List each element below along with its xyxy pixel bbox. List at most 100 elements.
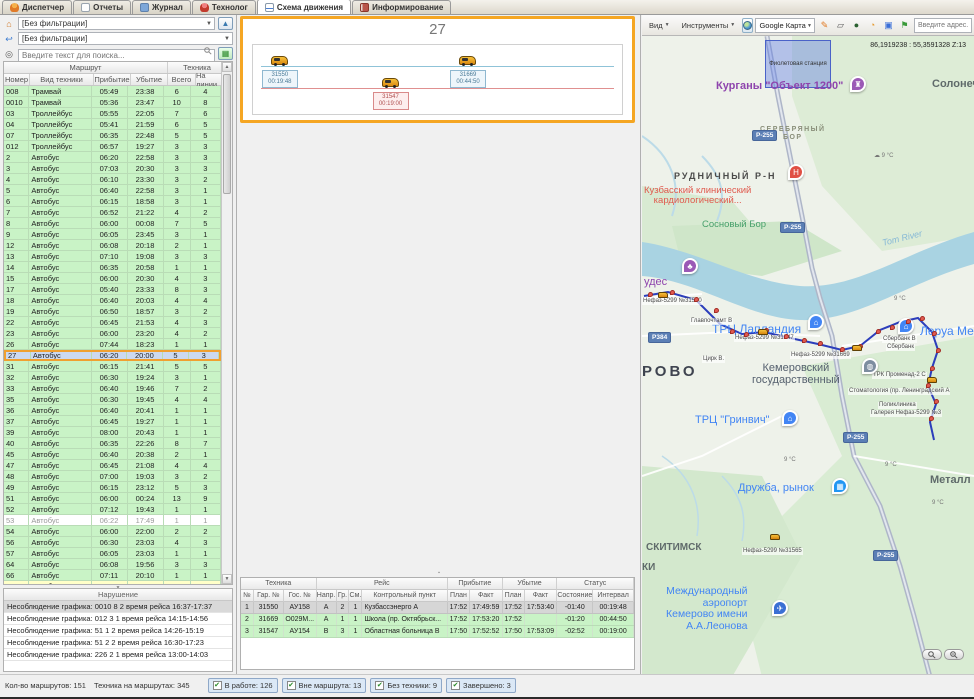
- trip-column-header[interactable]: Интервал: [593, 590, 634, 602]
- trip-column-header[interactable]: Гос. №: [284, 590, 317, 602]
- tab-inform[interactable]: Информирование: [352, 0, 451, 14]
- route-row[interactable]: 40Автобус06:3522:2687: [4, 438, 221, 449]
- route-row[interactable]: 13Автобус07:1019:0833: [4, 251, 221, 262]
- earth-icon[interactable]: ●: [849, 18, 864, 33]
- trip-column-header[interactable]: №: [241, 590, 254, 602]
- stop-marker-icon[interactable]: [714, 308, 719, 313]
- stop-marker-icon[interactable]: [840, 347, 845, 352]
- route-row[interactable]: 008Трамвай05:4923:3864: [4, 86, 221, 97]
- refresh-icon[interactable]: ◔: [865, 18, 880, 33]
- address-search-input[interactable]: [914, 18, 972, 33]
- route-filter-select[interactable]: [Без фильтрации] ▼: [18, 17, 215, 30]
- mall-icon[interactable]: ⌂: [782, 410, 798, 426]
- column-header-cell[interactable]: Прибытие: [94, 74, 131, 85]
- stop-marker-icon[interactable]: [920, 316, 925, 321]
- checkbox-checked-icon[interactable]: ✔: [287, 681, 296, 690]
- map-bus-icon[interactable]: [658, 292, 668, 298]
- route-row[interactable]: 49Автобус06:1523:1253: [4, 482, 221, 493]
- tab-journal[interactable]: Журнал: [132, 0, 191, 14]
- trip-column-header[interactable]: Гар. №: [254, 590, 284, 602]
- route-row[interactable]: 53Автобус06:2217:4911: [4, 515, 221, 526]
- trip-column-header[interactable]: См.: [349, 590, 362, 602]
- route-row[interactable]: 47Автобус06:4521:0844: [4, 460, 221, 471]
- routes-table-scrollbar[interactable]: ▲ ▼: [221, 62, 232, 584]
- route-row[interactable]: 6Автобус06:1518:5831: [4, 196, 221, 207]
- stop-marker-icon[interactable]: [926, 383, 931, 388]
- stop-marker-icon[interactable]: [730, 329, 735, 334]
- scroll-down-icon[interactable]: ▼: [222, 574, 232, 584]
- vehicle-list-button[interactable]: ▦: [218, 47, 233, 60]
- trip-column-header[interactable]: План: [503, 590, 525, 602]
- measure-icon[interactable]: ▱: [833, 18, 848, 33]
- route-row[interactable]: 66Автобус07:1120:1011: [4, 570, 221, 581]
- stop-marker-icon[interactable]: [906, 319, 911, 324]
- status-filter-chip[interactable]: ✔Без техники: 9: [370, 678, 442, 693]
- stop-marker-icon[interactable]: [929, 416, 934, 421]
- mall-icon[interactable]: ⌂: [808, 314, 824, 330]
- route-row[interactable]: 0010Трамвай05:3623:47108: [4, 97, 221, 108]
- map-provider-select[interactable]: Google Карта ▼: [755, 18, 815, 33]
- tab-technolog[interactable]: Технолог: [192, 0, 256, 14]
- scheme-splitter[interactable]: ▪: [238, 571, 640, 575]
- column-header-cell[interactable]: Вид техники: [30, 74, 94, 85]
- route-row[interactable]: 14Автобус06:3520:5811: [4, 262, 221, 273]
- route-row[interactable]: 31Автобус06:1521:4155: [4, 361, 221, 372]
- column-header-cell[interactable]: Всего: [168, 74, 196, 85]
- secondary-filter-select[interactable]: [Без фильтрации] ▼: [18, 32, 233, 45]
- route-row[interactable]: 32Автобус06:3019:2431: [4, 372, 221, 383]
- route-row[interactable]: 18Автобус06:4020:0344: [4, 295, 221, 306]
- search-input[interactable]: [18, 49, 215, 62]
- trip-column-header[interactable]: Факт: [525, 590, 558, 602]
- violation-item[interactable]: Несоблюдение графика: 012 3 1 время рейс…: [4, 613, 232, 625]
- route-row[interactable]: 2Автобус06:2022:5833: [4, 152, 221, 163]
- route-row[interactable]: 9Автобус06:0523:4531: [4, 229, 221, 240]
- route-row[interactable]: 48Автобус07:0019:0332: [4, 471, 221, 482]
- region-select-icon[interactable]: ✎: [817, 18, 832, 33]
- route-row[interactable]: 17Автобус05:4023:3383: [4, 284, 221, 295]
- violation-item[interactable]: Несоблюдение графика: 51 2 2 время рейса…: [4, 637, 232, 649]
- route-row[interactable]: 07Троллейбус06:3522:4855: [4, 130, 221, 141]
- map-provider-button[interactable]: [742, 18, 753, 33]
- column-header-cell[interactable]: Убытие: [131, 74, 168, 85]
- route-row[interactable]: 26Автобус07:4418:2311: [4, 339, 221, 350]
- stop-marker-icon[interactable]: [934, 399, 939, 404]
- stop-marker-icon[interactable]: [936, 348, 941, 353]
- scroll-up-icon[interactable]: ▲: [222, 62, 232, 72]
- route-row[interactable]: 3Автобус07:0320:3033: [4, 163, 221, 174]
- route-row[interactable]: 36Автобус06:4020:4111: [4, 405, 221, 416]
- tab-schema[interactable]: Схема движения: [257, 0, 351, 14]
- checkbox-checked-icon[interactable]: ✔: [375, 681, 384, 690]
- route-row[interactable]: 45Автобус06:4020:3821: [4, 449, 221, 460]
- route-row[interactable]: 19Автобус06:5018:5732: [4, 306, 221, 317]
- monument-icon[interactable]: ♜: [850, 76, 866, 92]
- hospital-icon[interactable]: H: [788, 164, 804, 180]
- route-row[interactable]: 35Автобус06:3019:4544: [4, 394, 221, 405]
- map-view-menu[interactable]: Вид▼: [644, 18, 675, 33]
- stop-marker-icon[interactable]: [744, 332, 749, 337]
- route-row[interactable]: 04Троллейбус05:4121:5965: [4, 119, 221, 130]
- route-row[interactable]: 012Троллейбус06:5719:2733: [4, 141, 221, 152]
- attraction-icon[interactable]: ♣: [682, 258, 698, 274]
- trip-column-header[interactable]: Гр.: [337, 590, 350, 602]
- trip-column-header[interactable]: План: [448, 590, 470, 602]
- violation-item[interactable]: Несоблюдение графика: 0010 8 2 время рей…: [4, 601, 232, 613]
- route-row[interactable]: 51Автобус06:0000:24139: [4, 493, 221, 504]
- stop-marker-icon[interactable]: [802, 338, 807, 343]
- placemark-icon[interactable]: ⚑: [897, 18, 912, 33]
- zoom-in-button[interactable]: [944, 649, 964, 660]
- stop-marker-icon[interactable]: [670, 290, 675, 295]
- map-tools-menu[interactable]: Инструменты▼: [677, 18, 741, 33]
- checkbox-checked-icon[interactable]: ✔: [213, 681, 222, 690]
- status-filter-chip[interactable]: ✔Вне маршрута: 13: [282, 678, 367, 693]
- status-filter-chip[interactable]: ✔В работе: 126: [208, 678, 278, 693]
- stop-marker-icon[interactable]: [930, 366, 935, 371]
- route-row[interactable]: 56Автобус06:3023:0343: [4, 537, 221, 548]
- route-row[interactable]: 23Автобус06:0023:2042: [4, 328, 221, 339]
- trip-row[interactable]: 331547АУ154В31Областная больница В17:501…: [241, 626, 634, 638]
- map-bus-icon[interactable]: [758, 329, 768, 335]
- map-bus-icon[interactable]: [927, 377, 937, 383]
- stop-marker-icon[interactable]: [818, 341, 823, 346]
- route-row[interactable]: 12Автобус06:0820:1821: [4, 240, 221, 251]
- trip-column-header[interactable]: Факт: [470, 590, 503, 602]
- university-icon[interactable]: ◍: [862, 358, 878, 374]
